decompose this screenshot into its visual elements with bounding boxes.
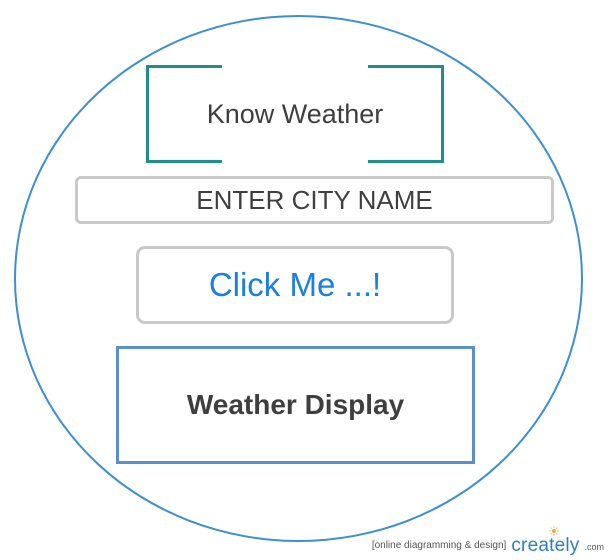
creately-brand-text: creately [511,535,580,556]
watermark-tagline: [online diagramming & design] [371,540,507,551]
city-name-input[interactable] [75,176,554,224]
title-frame: Know Weather [146,65,444,163]
weather-display-label: Weather Display [186,389,405,420]
weather-display-panel: Weather Display [116,346,475,464]
watermark-suffix: .com [584,542,604,552]
creately-watermark: [online diagramming & design] creately .… [371,526,604,556]
creately-logo: creately [511,526,580,556]
click-me-button[interactable]: Click Me ...! [136,246,454,324]
sun-icon [549,526,560,536]
page-title: Know Weather [206,98,384,129]
